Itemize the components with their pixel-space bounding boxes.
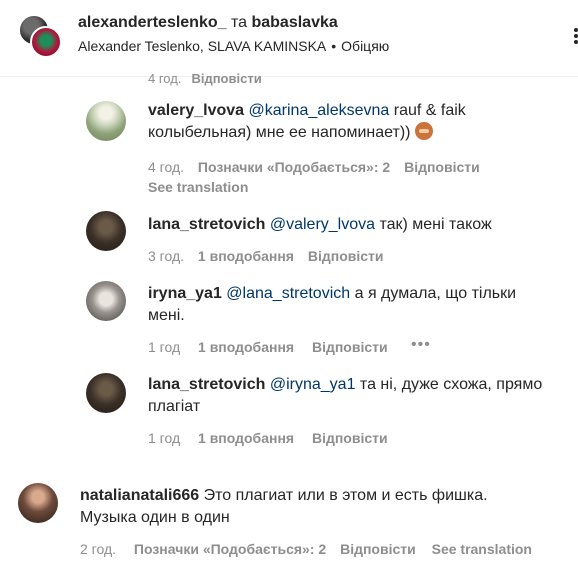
- separator-dot: •: [331, 38, 337, 54]
- username-babaslavka[interactable]: babaslavka: [251, 14, 337, 31]
- comment-meta: 3 год. 1 вподобання Відповісти: [148, 248, 384, 264]
- comment-body: Это плагиат или в этом и есть фишка.: [199, 487, 488, 504]
- username-alexanderteslenko[interactable]: alexanderteslenko_: [78, 14, 227, 31]
- ghost-meta-row: 4 год. Відповісти: [148, 71, 262, 86]
- comment-text: iryna_ya1 @lana_stretovich а я думала, щ…: [148, 283, 548, 327]
- comment-body-line2: плагіат: [148, 398, 201, 415]
- avatar[interactable]: [86, 281, 126, 321]
- comment-time[interactable]: 4 год.: [148, 159, 184, 175]
- collab-avatars[interactable]: [18, 14, 62, 58]
- comment-meta: 2 год. Позначки «Подобається»: 2 Відпові…: [80, 541, 532, 557]
- comment-text: natalianatali666 Это плагиат или в этом …: [80, 485, 560, 529]
- reply-button[interactable]: Відповісти: [312, 339, 388, 355]
- comment-body: так) мені також: [375, 216, 492, 233]
- comment-username[interactable]: lana_stretovich: [148, 376, 265, 393]
- comment-time[interactable]: 3 год.: [148, 248, 184, 264]
- authors-joiner: та: [230, 14, 248, 31]
- comment-mention[interactable]: @lana_stretovich: [226, 285, 350, 302]
- reply-button[interactable]: Відповісти: [312, 430, 388, 446]
- avatar[interactable]: [86, 211, 126, 251]
- post-subtitle: Alexander Teslenko, SLAVA KAMINSKA • Обіця…: [78, 38, 389, 54]
- post-authors: alexanderteslenko_ та babaslavka: [78, 14, 338, 32]
- comment-body-line2: колыбельная) мне ее напоминает)): [148, 124, 411, 141]
- comment-text: valery_lvova @karina_aleksevna rauf & fa…: [148, 100, 548, 144]
- author-full-names: Alexander Teslenko, SLAVA KAMINSKA: [78, 38, 327, 54]
- comment-meta: 4 год. Позначки «Подобається»: 2 Відпові…: [148, 159, 480, 175]
- comment-body-line2: мені.: [148, 307, 185, 324]
- post-header: alexanderteslenko_ та babaslavka Alexand…: [0, 0, 578, 77]
- likes-count[interactable]: Позначки «Подобається»: 2: [198, 159, 390, 175]
- comment-mention[interactable]: @karina_aleksevna: [249, 102, 390, 119]
- comment-username[interactable]: lana_stretovich: [148, 216, 265, 233]
- comment-mention[interactable]: @iryna_ya1: [270, 376, 356, 393]
- likes-count[interactable]: 1 вподобання: [198, 339, 294, 355]
- comment-body: та ні, дуже схожа, прямо: [355, 376, 543, 393]
- likes-count[interactable]: 1 вподобання: [198, 430, 294, 446]
- more-options-icon[interactable]: •••: [411, 336, 431, 354]
- likes-count[interactable]: Позначки «Подобається»: 2: [134, 541, 326, 557]
- comment-time[interactable]: 1 год: [148, 430, 180, 446]
- ghost-time: 4 год.: [148, 71, 182, 86]
- comment-username[interactable]: iryna_ya1: [148, 285, 222, 302]
- comment-meta: 1 год 1 вподобання Відповісти: [148, 430, 388, 446]
- avatar[interactable]: [18, 483, 58, 523]
- audio-link[interactable]: Обіцяю: [341, 38, 389, 54]
- monkey-emoji-icon: [414, 122, 433, 140]
- comment-text: lana_stretovich @iryna_ya1 та ні, дуже с…: [148, 374, 568, 418]
- avatar-babaslavka[interactable]: [30, 26, 62, 58]
- likes-count[interactable]: 1 вподобання: [198, 248, 294, 264]
- avatar[interactable]: [86, 101, 126, 141]
- comment-time[interactable]: 1 год: [148, 339, 180, 355]
- reply-button[interactable]: Відповісти: [404, 159, 480, 175]
- comment-text: lana_stretovich @valery_lvova так) мені …: [148, 214, 548, 236]
- comment-body: а я думала, що тільки: [350, 285, 517, 302]
- see-translation-button[interactable]: See translation: [432, 541, 532, 557]
- reply-button[interactable]: Відповісти: [308, 248, 384, 264]
- more-options-icon[interactable]: [572, 26, 578, 46]
- reply-button[interactable]: Відповісти: [340, 541, 416, 557]
- comment-body: rauf & faik: [389, 102, 466, 119]
- comment-username[interactable]: valery_lvova: [148, 102, 244, 119]
- comment-meta: 1 год 1 вподобання Відповісти: [148, 339, 388, 355]
- comment-mention[interactable]: @valery_lvova: [270, 216, 375, 233]
- comment-time[interactable]: 2 год.: [80, 541, 116, 557]
- comment-username[interactable]: natalianatali666: [80, 487, 199, 504]
- avatar[interactable]: [86, 373, 126, 413]
- comment-body-line2: Музыка один в один: [80, 509, 230, 526]
- ghost-reply[interactable]: Відповісти: [191, 71, 261, 86]
- see-translation-button[interactable]: See translation: [148, 179, 248, 195]
